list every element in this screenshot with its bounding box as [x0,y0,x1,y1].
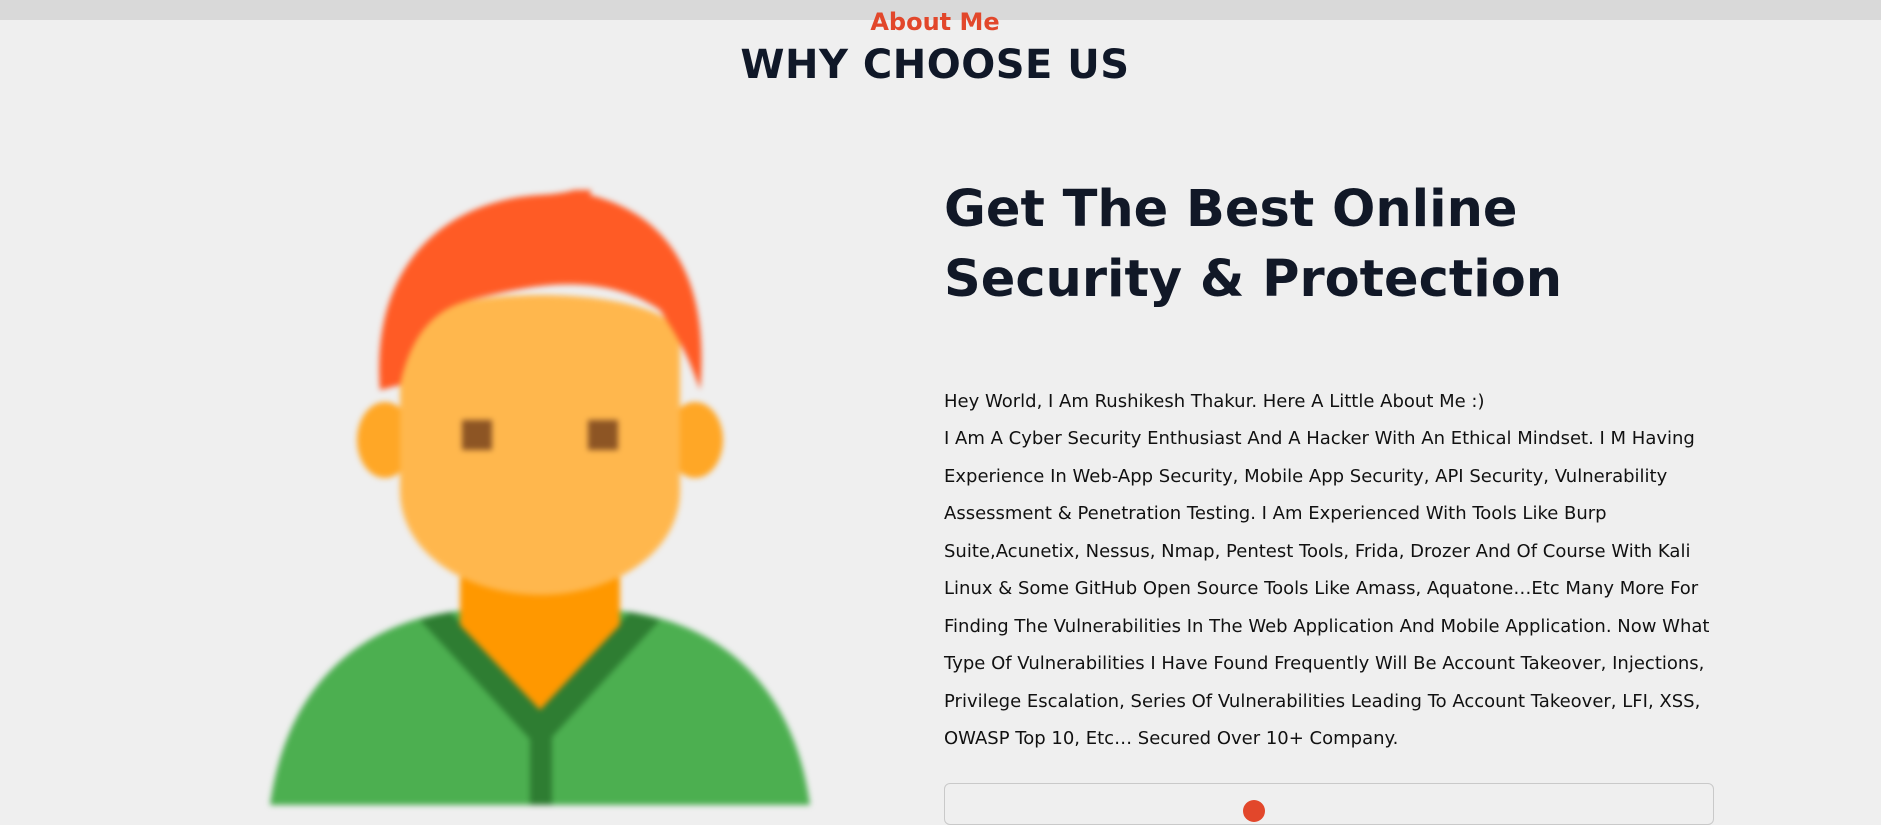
avatar-eye-left [462,420,492,450]
avatar-eye-right [588,420,618,450]
accent-circle-icon [1243,800,1265,822]
about-headline: Get The Best Online Security & Protectio… [944,180,1563,309]
contact-box[interactable] [944,783,1714,825]
avatar-zipper [530,730,552,805]
about-content: Get The Best Online Security & Protectio… [944,175,1714,758]
avatar-face [400,295,680,595]
about-intro: Hey World, I Am Rushikesh Thakur. Here A… [944,391,1485,412]
section-title: WHY CHOOSE US [740,42,1130,88]
about-bio: I Am A Cyber Security Enthusiast And A H… [944,428,1710,749]
section-kicker: About Me [870,8,1000,36]
user-avatar-icon [270,190,810,805]
